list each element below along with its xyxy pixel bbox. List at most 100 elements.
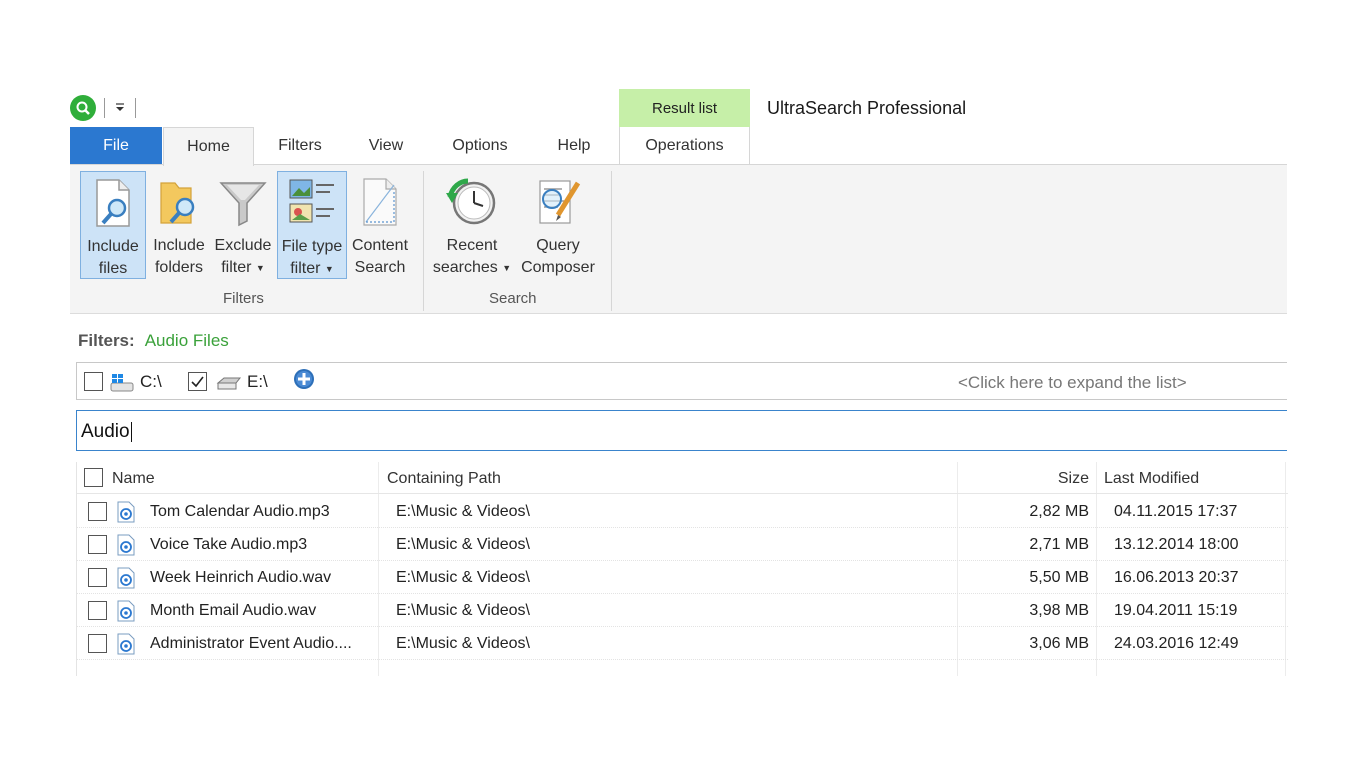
ribbon: Include files Include folders Exclude filte… xyxy=(70,164,1287,314)
context-tab-header: Result list xyxy=(619,89,750,127)
table-row[interactable]: Administrator Event Audio.... E:\Music & … xyxy=(77,627,1288,660)
recent-searches-button[interactable]: Recent searches ▼ xyxy=(430,171,514,279)
row-modified: 16.06.2013 20:37 xyxy=(1114,569,1239,586)
row-modified: 19.04.2011 15:19 xyxy=(1114,602,1238,619)
ribbon-tabs: File Home Filters View Options Help Oper… xyxy=(70,127,1287,166)
windows-drive-icon xyxy=(110,374,134,392)
chevron-down-icon: ▼ xyxy=(255,263,265,273)
row-modified: 04.11.2015 17:37 xyxy=(1114,503,1238,520)
row-size: 2,71 MB xyxy=(1029,536,1089,553)
table-row[interactable]: Month Email Audio.wav E:\Music & Videos\ 3… xyxy=(77,594,1288,627)
group-separator xyxy=(611,171,612,311)
text-cursor xyxy=(130,421,132,442)
audio-file-icon xyxy=(117,534,135,556)
row-path: E:\Music & Videos\ xyxy=(396,602,530,619)
include-folders-label: Include folders xyxy=(153,237,205,276)
include-files-button[interactable]: Include files xyxy=(80,171,146,279)
tab-options[interactable]: Options xyxy=(432,127,528,165)
column-header-name[interactable]: Name xyxy=(112,462,155,494)
query-composer-button[interactable]: Query Composer xyxy=(516,171,600,279)
qat-separator xyxy=(135,98,136,118)
query-composer-label: Query Composer xyxy=(521,237,595,276)
row-name: Week Heinrich Audio.wav xyxy=(150,569,332,586)
app-logo-icon[interactable] xyxy=(70,95,96,121)
audio-file-icon xyxy=(117,633,135,655)
column-header-size[interactable]: Size xyxy=(1037,462,1089,494)
tab-help[interactable]: Help xyxy=(538,127,610,165)
drives-bar: C:\ E:\ <Click here to expand the list> xyxy=(76,362,1287,400)
row-path: E:\Music & Videos\ xyxy=(396,536,530,553)
row-size: 2,82 MB xyxy=(1029,503,1089,520)
row-checkbox[interactable] xyxy=(88,601,107,620)
row-checkbox[interactable] xyxy=(88,535,107,554)
hard-drive-icon xyxy=(216,377,242,390)
row-name: Voice Take Audio.mp3 xyxy=(150,536,308,553)
content-search-label: Content Search xyxy=(351,237,409,276)
row-path: E:\Music & Videos\ xyxy=(396,503,530,520)
row-name: Tom Calendar Audio.mp3 xyxy=(150,503,330,520)
checkmark-icon xyxy=(191,376,204,388)
chevron-down-icon: ▼ xyxy=(324,264,334,274)
row-name: Administrator Event Audio.... xyxy=(150,635,352,652)
add-drive-icon[interactable] xyxy=(293,368,315,390)
audio-file-icon xyxy=(117,567,135,589)
row-name: Month Email Audio.wav xyxy=(150,602,317,619)
search-input[interactable]: Audio xyxy=(76,410,1287,451)
drive-c-label: C:\ xyxy=(140,372,162,391)
select-all-checkbox[interactable] xyxy=(84,468,103,487)
row-size: 3,06 MB xyxy=(1029,635,1089,652)
query-composer-icon xyxy=(539,180,581,224)
quick-access-toolbar xyxy=(70,94,136,122)
include-folders-icon xyxy=(160,182,195,224)
row-path: E:\Music & Videos\ xyxy=(396,635,530,652)
file-type-filter-label: File type filter ▼ xyxy=(281,238,343,278)
table-row[interactable]: Week Heinrich Audio.wav E:\Music & Videos… xyxy=(77,561,1288,594)
include-folders-button[interactable]: Include folders xyxy=(148,171,210,279)
qat-separator xyxy=(104,98,105,118)
table-row[interactable]: Voice Take Audio.mp3 E:\Music & Videos\ 2,… xyxy=(77,528,1288,561)
file-type-filter-button[interactable]: File type filter ▼ xyxy=(277,171,347,279)
row-checkbox[interactable] xyxy=(88,634,107,653)
row-size: 3,98 MB xyxy=(1029,602,1089,619)
table-header: Name Containing Path Size Last Modified xyxy=(77,462,1288,494)
drive-c-checkbox[interactable] xyxy=(84,372,103,391)
row-checkbox[interactable] xyxy=(88,568,107,587)
clock-icon xyxy=(446,178,496,225)
exclude-filter-button[interactable]: Exclude filter ▼ xyxy=(212,171,274,279)
table-row[interactable]: Tom Calendar Audio.mp3 E:\Music & Videos\… xyxy=(77,495,1288,528)
tab-operations[interactable]: Operations xyxy=(619,127,750,165)
results-table: Name Containing Path Size Last Modified … xyxy=(76,462,1288,676)
row-path: E:\Music & Videos\ xyxy=(396,569,530,586)
tab-view[interactable]: View xyxy=(350,127,422,165)
file-type-icon xyxy=(289,179,334,223)
drive-e-checkbox[interactable] xyxy=(188,372,207,391)
tab-home[interactable]: Home xyxy=(163,127,254,166)
chevron-down-icon: ▼ xyxy=(502,263,512,273)
column-header-path[interactable]: Containing Path xyxy=(387,462,501,494)
filters-value[interactable]: Audio Files xyxy=(145,331,229,350)
funnel-icon xyxy=(219,182,267,227)
audio-file-icon xyxy=(117,600,135,622)
search-group-label: Search xyxy=(489,290,537,307)
filters-label: Filters: xyxy=(78,331,135,350)
group-separator xyxy=(423,171,424,311)
row-modified: 24.03.2016 12:49 xyxy=(1114,635,1239,652)
exclude-filter-label: Exclude filter ▼ xyxy=(214,237,272,277)
include-files-label: Include files xyxy=(87,238,139,277)
include-files-icon xyxy=(96,179,130,227)
row-modified: 13.12.2014 18:00 xyxy=(1114,536,1239,553)
active-filters: Filters: Audio Files xyxy=(78,331,229,351)
audio-file-icon xyxy=(117,501,135,523)
tab-filters[interactable]: Filters xyxy=(260,127,340,165)
customize-toolbar-icon[interactable] xyxy=(113,101,127,115)
row-size: 5,50 MB xyxy=(1029,569,1089,586)
row-checkbox[interactable] xyxy=(88,502,107,521)
window-title: UltraSearch Professional xyxy=(767,98,967,118)
drive-e-label: E:\ xyxy=(247,372,268,391)
filters-group-label: Filters xyxy=(223,290,264,307)
expand-list-link[interactable]: <Click here to expand the list> xyxy=(958,373,1187,393)
tab-file[interactable]: File xyxy=(70,127,162,165)
content-search-button[interactable]: Content Search xyxy=(348,171,412,279)
search-text: Audio xyxy=(81,421,130,442)
column-header-modified[interactable]: Last Modified xyxy=(1104,462,1199,494)
